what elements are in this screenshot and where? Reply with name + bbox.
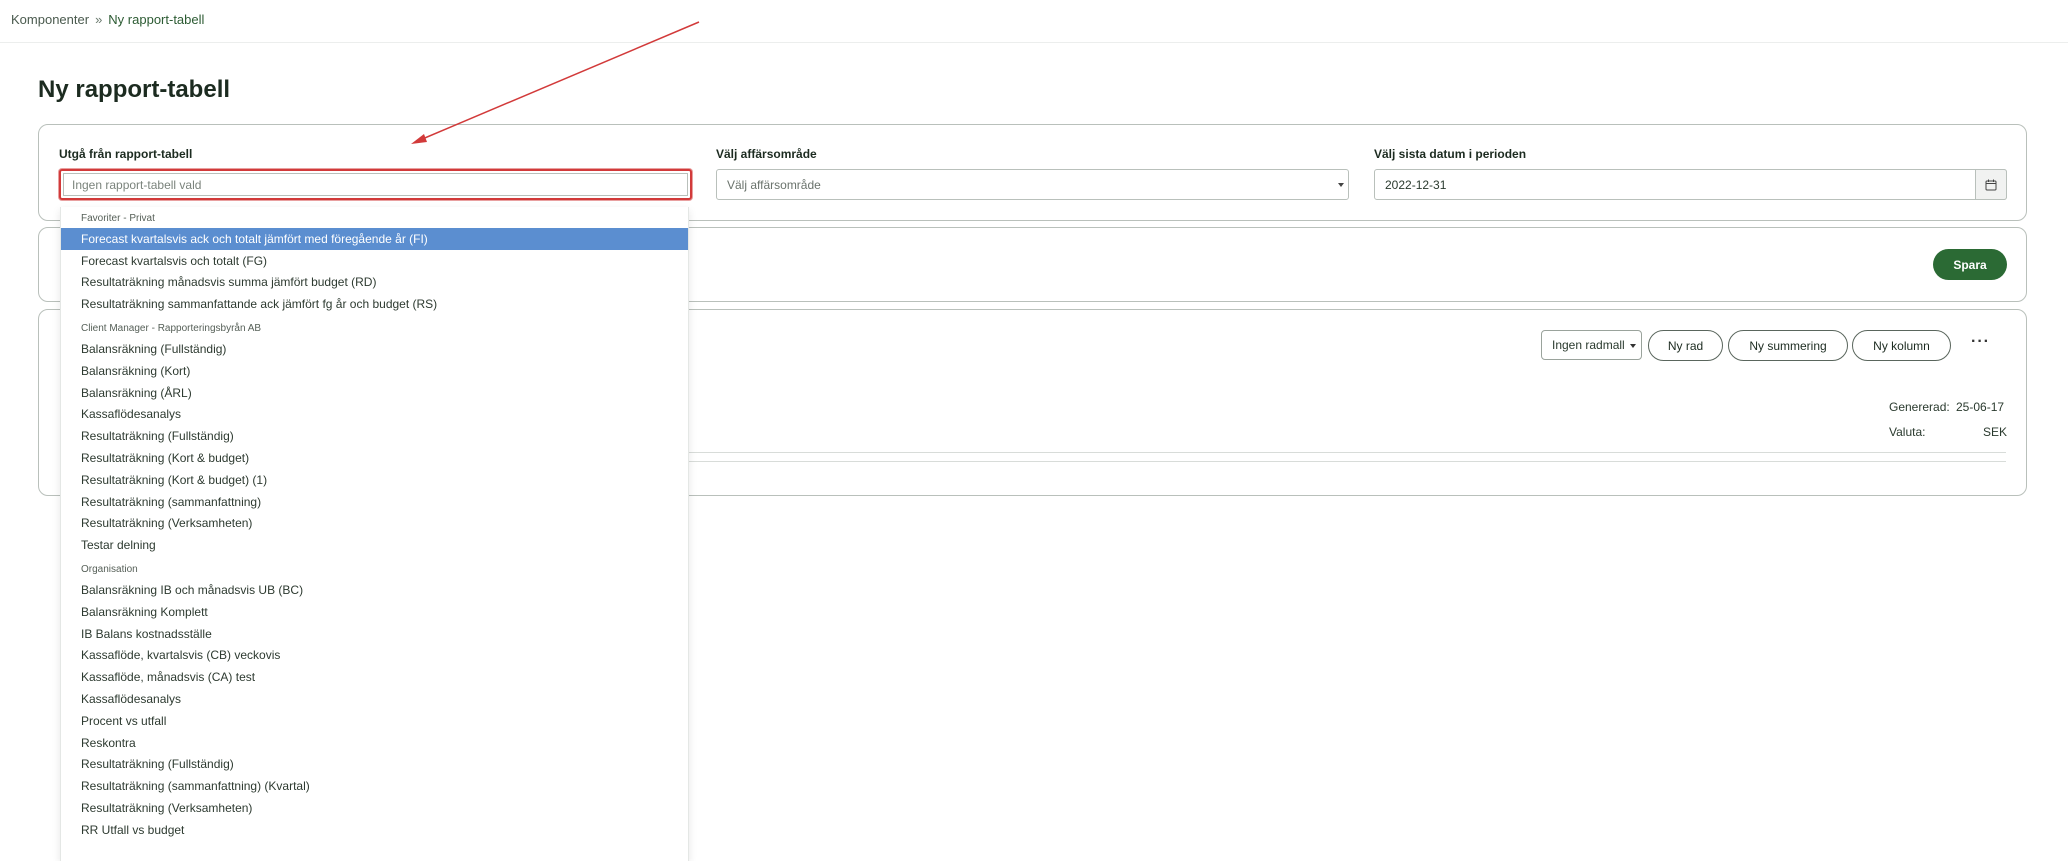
dropdown-option[interactable]: Resultaträkning (Fullständig)	[61, 754, 688, 776]
dropdown-option[interactable]: Balansräkning Komplett	[61, 601, 688, 623]
dropdown-option[interactable]: Resultaträkning (Kort & budget)	[61, 447, 688, 469]
dropdown-option[interactable]: Kassaflöde, kvartalsvis (CB) veckovis	[61, 645, 688, 667]
calendar-icon[interactable]	[1975, 169, 2007, 200]
dropdown-option[interactable]: Kassaflödesanalys	[61, 688, 688, 710]
business-area-value: Välj affärsområde	[727, 177, 821, 192]
row-template-value: Ingen radmall	[1552, 338, 1625, 352]
currency-value: SEK	[1983, 425, 2008, 439]
row-template-select[interactable]: Ingen radmall	[1541, 330, 1642, 360]
dropdown-option[interactable]: Kassaflödesanalys	[61, 404, 688, 426]
dropdown-group-header: Organisation	[81, 564, 138, 576]
caret-down-icon	[1630, 344, 1636, 348]
caret-down-icon	[1338, 183, 1344, 187]
top-divider	[0, 42, 2068, 43]
source-table-placeholder: Ingen rapport-tabell vald	[63, 173, 688, 196]
business-area-label: Välj affärsområde	[716, 147, 817, 161]
generated-value: 25-06-17	[1956, 400, 2005, 414]
dropdown-option[interactable]: Resultaträkning sammanfattande ack jämfö…	[61, 293, 688, 315]
new-column-button[interactable]: Ny kolumn	[1852, 330, 1951, 361]
dropdown-option[interactable]: Procent vs utfall	[61, 710, 688, 732]
dropdown-option[interactable]: Resultaträkning (Verksamheten)	[61, 513, 688, 535]
new-summary-button[interactable]: Ny summering	[1728, 330, 1848, 361]
dropdown-group-header: Client Manager - Rapporteringsbyrån AB	[81, 323, 262, 335]
dropdown-option[interactable]: Forecast kvartalsvis och totalt (FG)	[61, 250, 688, 272]
business-area-select[interactable]: Välj affärsområde	[716, 169, 1349, 200]
new-row-button[interactable]: Ny rad	[1648, 330, 1723, 361]
dropdown-option[interactable]: Testar delning	[61, 534, 688, 556]
generated-label: Genererad:	[1889, 400, 1950, 414]
dropdown-group-header: Favoriter - Privat	[81, 213, 155, 224]
dropdown-option[interactable]: Resultaträkning (Verksamheten)	[61, 797, 688, 819]
dropdown-option[interactable]: Resultaträkning (Kort & budget) (1)	[61, 469, 688, 491]
breadcrumb-item-komponenter[interactable]: Komponenter	[11, 12, 89, 27]
calendar-icon-graphic	[1985, 179, 1997, 190]
dropdown-option[interactable]: IB Balans kostnadsställe	[61, 623, 688, 645]
save-button[interactable]: Spara	[1933, 249, 2007, 280]
dropdown-option[interactable]: Balansräkning (ÅRL)	[61, 382, 688, 404]
source-table-input[interactable]: Ingen rapport-tabell vald	[59, 169, 692, 200]
source-table-label: Utgå från rapport-tabell	[59, 147, 193, 161]
dropdown-option[interactable]: Balansräkning IB och månadsvis UB (BC)	[61, 579, 688, 601]
more-options-icon[interactable]: ···	[1971, 333, 1990, 351]
dropdown-option[interactable]: Resultaträkning (sammanfattning)	[61, 491, 688, 513]
breadcrumb-separator-icon: »	[95, 12, 103, 27]
dropdown-option[interactable]: Balansräkning (Fullständig)	[61, 338, 688, 360]
dropdown-option[interactable]: Resultaträkning månadsvis summa jämfört …	[61, 272, 688, 294]
dropdown-option[interactable]: Resultaträkning (Fullständig)	[61, 425, 688, 447]
source-table-dropdown: Favoriter - Privat Forecast kvartalsvis a…	[60, 207, 689, 861]
breadcrumb: Komponenter » Ny rapport-tabell	[11, 12, 204, 27]
end-date-input[interactable]: 2022-12-31	[1374, 169, 2007, 200]
dropdown-option[interactable]: Reskontra	[61, 732, 688, 754]
dropdown-option[interactable]: Kassaflöde, månadsvis (CA) test	[61, 666, 688, 688]
dropdown-option[interactable]: Forecast kvartalsvis ack och totalt jämf…	[61, 228, 688, 250]
dropdown-option[interactable]: Balansräkning (Kort)	[61, 360, 688, 382]
end-date-label: Välj sista datum i perioden	[1374, 147, 1527, 161]
dropdown-option[interactable]: Resultaträkning (sammanfattning) (Kvarta…	[61, 775, 688, 797]
breadcrumb-item-current[interactable]: Ny rapport-tabell	[108, 12, 204, 27]
end-date-value: 2022-12-31	[1385, 177, 1447, 192]
currency-label: Valuta:	[1889, 425, 1926, 439]
dropdown-option[interactable]: RR Utfall vs budget	[61, 819, 688, 841]
page-title: Ny rapport-tabell	[38, 76, 231, 103]
